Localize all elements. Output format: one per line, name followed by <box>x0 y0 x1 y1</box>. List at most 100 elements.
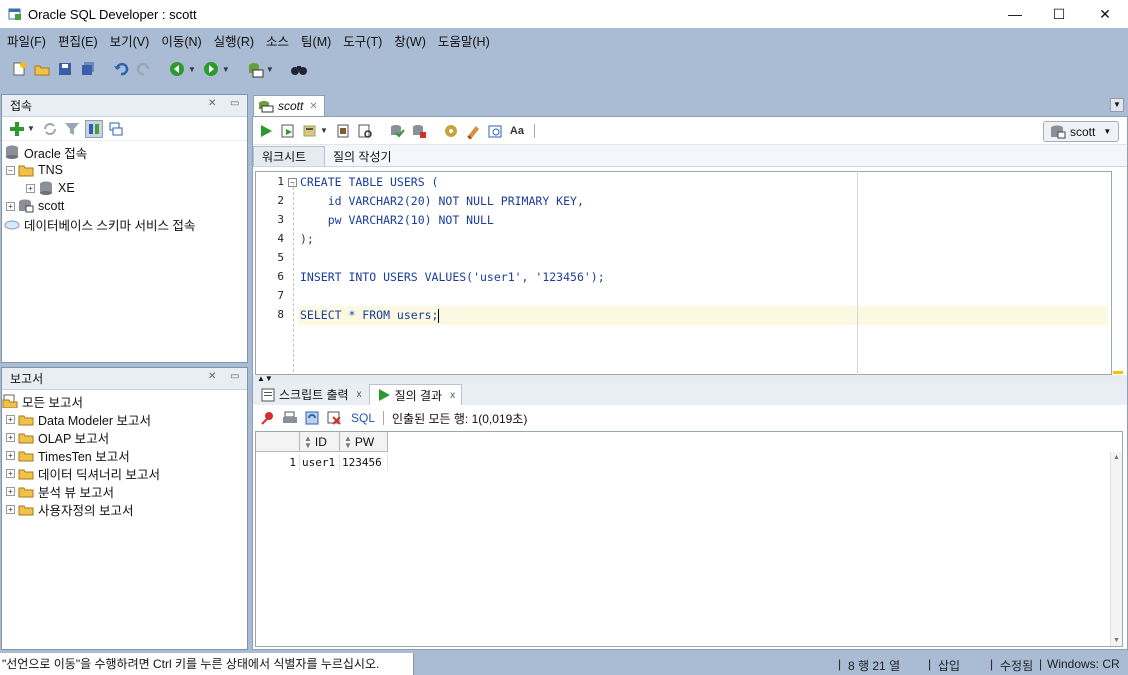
sql-worksheet-icon[interactable] <box>246 60 264 78</box>
cell-pw[interactable]: 123456 <box>340 453 388 471</box>
forward-icon[interactable] <box>202 60 220 78</box>
expand-icon[interactable]: + <box>26 183 35 193</box>
unshared-worksheet-icon[interactable] <box>442 122 460 140</box>
tree-item-report[interactable]: + 분석 뷰 보고서 <box>2 482 247 500</box>
tree-item-cloud-connections[interactable]: 데이터베이스 스키마 서비스 접속 <box>2 215 247 233</box>
run-statement-icon[interactable] <box>257 122 275 140</box>
tab-list-dropdown-icon[interactable]: ▼ <box>1110 98 1124 112</box>
connection-icon <box>18 199 34 213</box>
tab-scott[interactable]: scott ✕ <box>253 95 325 116</box>
expand-icon[interactable]: + <box>6 486 15 496</box>
code-editor[interactable]: 1 2 3 4 5 6 7 8 − CREATE TABLE USERS ( i… <box>255 171 1112 375</box>
minimize-button[interactable]: — <box>992 0 1038 28</box>
back-dropdown-icon[interactable]: ▼ <box>188 65 196 74</box>
expand-icon[interactable]: + <box>6 414 15 424</box>
binoculars-icon[interactable] <box>290 60 308 78</box>
run-dropdown-icon[interactable]: ▼ <box>320 126 328 135</box>
schema-browser-icon[interactable] <box>84 119 103 138</box>
close-tab-icon[interactable]: x <box>357 389 362 400</box>
maximize-button[interactable]: ☐ <box>1036 0 1082 28</box>
tree-item-xe[interactable]: + XE <box>2 179 247 197</box>
results-scrollbar[interactable]: ▲ ▼ <box>1110 452 1122 646</box>
filter-icon[interactable] <box>63 120 81 138</box>
add-connection-icon[interactable] <box>8 120 26 138</box>
clear-icon[interactable] <box>464 122 482 140</box>
sql-worksheet-dropdown-icon[interactable]: ▼ <box>266 65 274 74</box>
cloud-icon <box>4 217 20 231</box>
tab-query-builder[interactable]: 질의 작성기 <box>325 146 400 166</box>
menu-run[interactable]: 실행(R) <box>209 31 259 53</box>
sql-tuning-icon[interactable] <box>356 122 374 140</box>
expand-icon[interactable]: + <box>6 432 15 442</box>
menu-team[interactable]: 팀(M) <box>296 31 336 53</box>
menu-tools[interactable]: 도구(T) <box>338 31 387 53</box>
scroll-down-icon[interactable]: ▼ <box>1111 637 1122 644</box>
close-tab-icon[interactable]: ✕ <box>309 101 317 112</box>
undo-icon[interactable] <box>112 60 130 78</box>
scroll-up-icon[interactable]: ▲ <box>1111 454 1122 461</box>
tree-item-scott[interactable]: + scott <box>2 197 247 215</box>
expand-icon[interactable]: + <box>6 468 15 478</box>
menu-source[interactable]: 소스 <box>261 31 294 53</box>
cancel-fetch-icon[interactable] <box>325 409 343 427</box>
tree-item-report[interactable]: + 사용자정의 보고서 <box>2 500 247 518</box>
collapse-icon[interactable]: − <box>6 165 15 175</box>
add-connection-dropdown-icon[interactable]: ▼ <box>27 124 35 133</box>
menu-file[interactable]: 파일(F) <box>2 31 51 53</box>
menu-navigate[interactable]: 이동(N) <box>156 31 206 53</box>
rollback-icon[interactable] <box>410 122 428 140</box>
column-header-pw[interactable]: ▲ ▼ PW <box>340 432 388 452</box>
column-header-id[interactable]: ▲ ▼ ID <box>300 432 340 452</box>
menu-help[interactable]: 도움말(H) <box>433 31 495 53</box>
sort-icon[interactable]: ▲ ▼ <box>344 434 352 449</box>
expand-icon[interactable]: + <box>6 450 15 460</box>
tab-query-result[interactable]: 질의 결과 x <box>368 384 463 405</box>
run-script-icon[interactable] <box>279 122 297 140</box>
connections-layout-icon[interactable] <box>107 120 125 138</box>
open-folder-icon[interactable] <box>33 60 51 78</box>
refresh-icon[interactable] <box>41 120 59 138</box>
tree-item-report[interactable]: + TimesTen 보고서 <box>2 446 247 464</box>
expand-icon[interactable]: + <box>6 504 15 514</box>
format-case-icon[interactable]: Aa <box>508 122 526 140</box>
save-icon[interactable] <box>56 60 74 78</box>
expand-icon[interactable]: + <box>6 201 15 211</box>
explain-plan-icon[interactable] <box>334 122 352 140</box>
new-file-icon[interactable] <box>10 60 28 78</box>
forward-dropdown-icon[interactable]: ▼ <box>222 65 230 74</box>
minimize-panel-icon[interactable]: ▭ <box>230 371 239 382</box>
connection-selector[interactable]: scott ▼ <box>1043 121 1119 142</box>
autotrace-icon[interactable] <box>301 122 319 140</box>
tree-item-report[interactable]: + 데이터 딕셔너리 보고서 <box>2 464 247 482</box>
save-all-icon[interactable] <box>79 60 97 78</box>
commit-icon[interactable] <box>388 122 406 140</box>
menu-edit[interactable]: 편집(E) <box>53 31 103 53</box>
tree-item-tns[interactable]: − TNS <box>2 161 247 179</box>
pin-icon[interactable] <box>259 409 277 427</box>
chevron-down-icon: ▼ <box>1103 127 1112 136</box>
minimize-panel-icon[interactable]: ▭ <box>230 98 239 109</box>
print-icon[interactable] <box>281 409 299 427</box>
close-button[interactable]: ✕ <box>1082 0 1128 28</box>
sort-icon[interactable]: ▲ ▼ <box>304 434 312 449</box>
tab-script-output[interactable]: 스크립트 출력 x <box>253 384 369 405</box>
redo-icon[interactable] <box>135 60 153 78</box>
tree-item-report[interactable]: + Data Modeler 보고서 <box>2 410 247 428</box>
menu-view[interactable]: 보기(V) <box>105 31 155 53</box>
refresh-results-icon[interactable] <box>303 409 321 427</box>
close-panel-icon[interactable]: ✕ <box>208 98 216 109</box>
menu-window[interactable]: 창(W) <box>389 31 431 53</box>
tree-item-all-reports[interactable]: 모든 보고서 <box>2 392 247 410</box>
sql-history-icon[interactable] <box>486 122 504 140</box>
sql-link[interactable]: SQL <box>351 411 375 425</box>
warning-marker[interactable] <box>1113 371 1123 374</box>
back-icon[interactable] <box>168 60 186 78</box>
close-tab-icon[interactable]: x <box>450 390 455 401</box>
connections-panel-header: 접속 ✕ ▭ <box>2 95 247 117</box>
tree-item-oracle-connections[interactable]: Oracle 접속 <box>2 143 247 161</box>
tab-worksheet[interactable]: 워크시트 <box>253 146 325 166</box>
pane-splitter[interactable]: ▲▼ <box>253 375 1127 383</box>
close-panel-icon[interactable]: ✕ <box>208 371 216 382</box>
cell-id[interactable]: user1 <box>300 453 340 471</box>
tree-item-report[interactable]: + OLAP 보고서 <box>2 428 247 446</box>
